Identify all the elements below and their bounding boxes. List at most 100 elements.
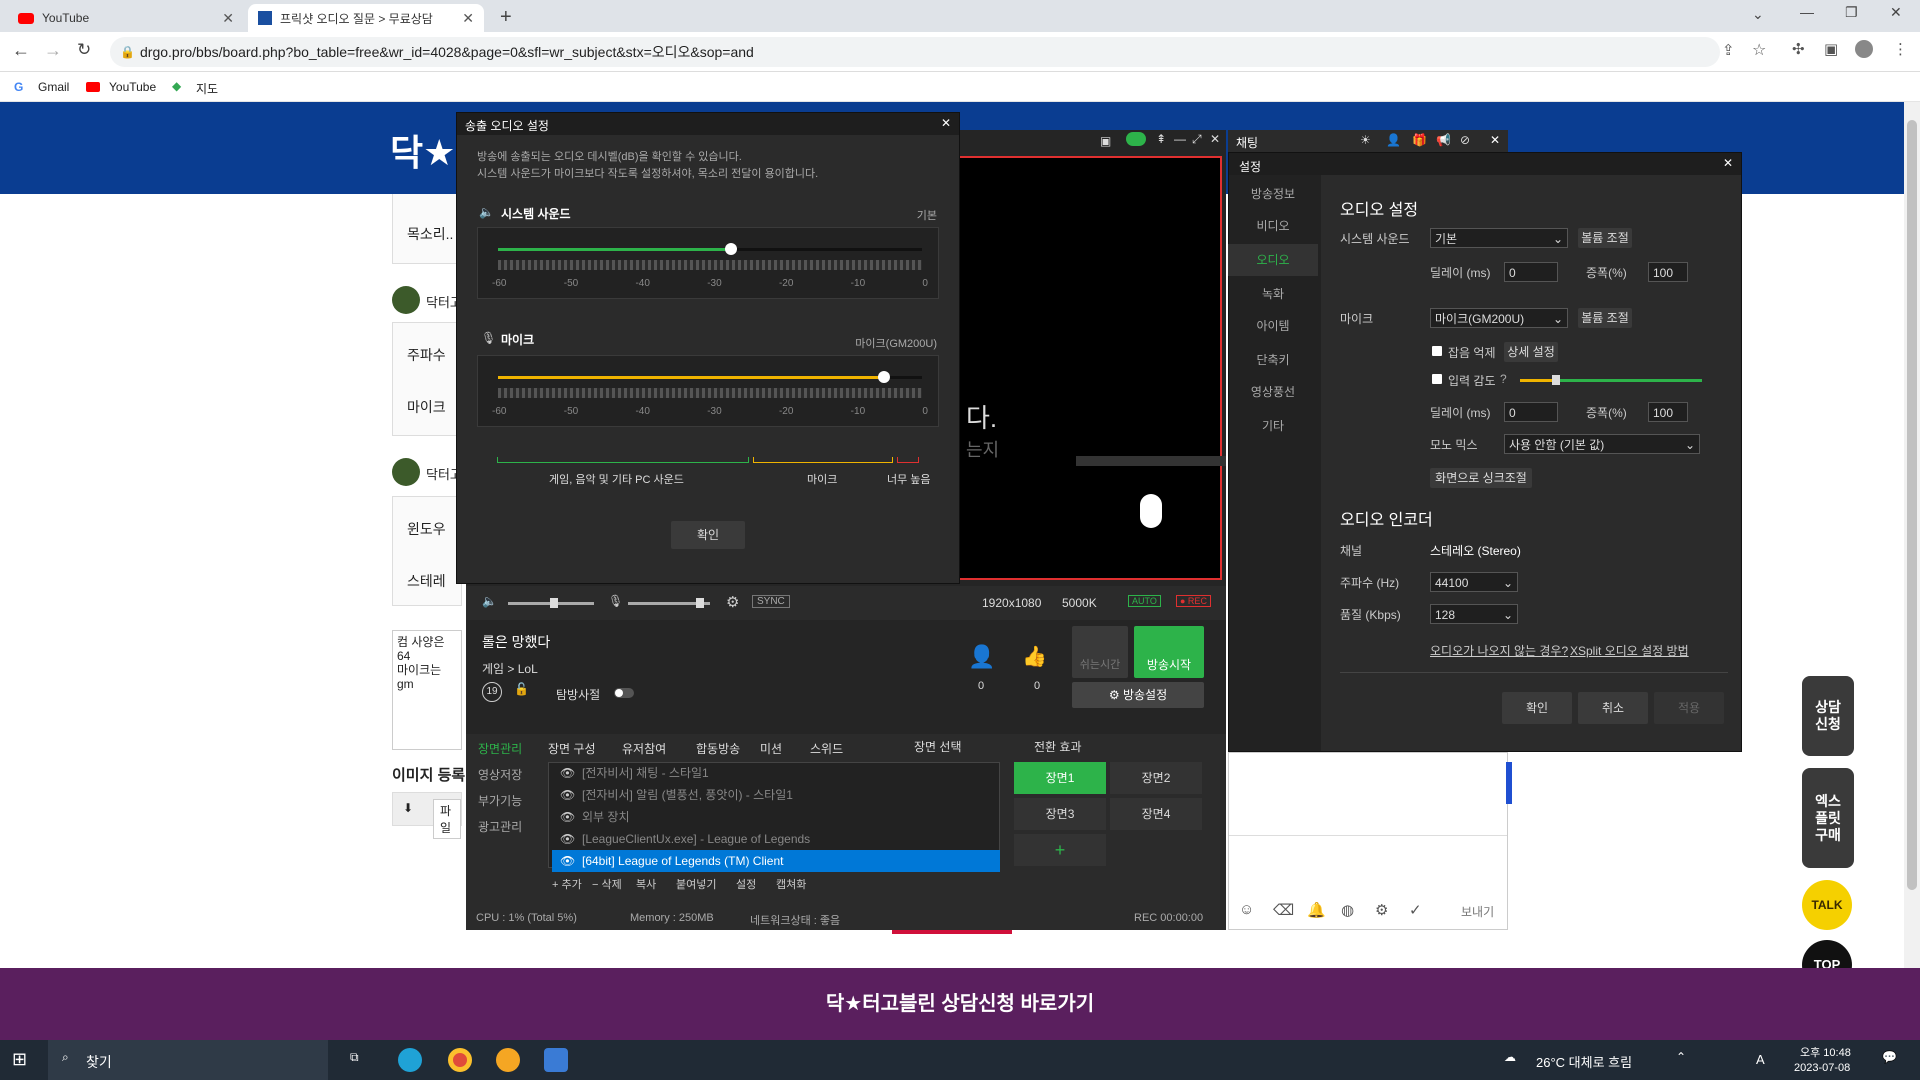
close-icon[interactable]: ✕ <box>462 10 474 27</box>
chat-bubble-icon[interactable] <box>1126 132 1146 146</box>
check-icon[interactable]: ✓ <box>1409 901 1422 919</box>
bell-icon[interactable]: 🔔 <box>1307 901 1326 919</box>
nav-video[interactable]: 비디오 <box>1228 210 1318 242</box>
start-broadcast-button[interactable]: 방송시작 <box>1134 626 1204 678</box>
system-slider-track[interactable] <box>498 243 922 255</box>
kakao-talk-button[interactable]: TALK <box>1802 880 1852 930</box>
eye-icon[interactable]: 👁 <box>560 762 575 784</box>
consult-button[interactable]: 상담 신청 <box>1802 676 1854 756</box>
eye-icon[interactable]: 👁 <box>560 806 575 828</box>
weather-text[interactable]: 26°C 대체로 흐림 <box>1536 1052 1632 1071</box>
input-language[interactable]: A <box>1756 1052 1765 1067</box>
system-slider-handle[interactable] <box>725 243 738 255</box>
joint-broadcast-button[interactable]: 합동방송 <box>696 740 740 757</box>
clock-date[interactable]: 2023-07-08 <box>1794 1062 1850 1074</box>
detail-settings-button[interactable]: 상세 설정 <box>1504 342 1558 362</box>
nav-hotkey[interactable]: 단축키 <box>1228 344 1318 376</box>
source-item[interactable]: 👁 [전자비서] 채팅 - 스타일1 <box>552 762 1000 784</box>
taskbar-search[interactable]: ⌕ 찾기 <box>48 1040 328 1080</box>
ban-toggle[interactable] <box>614 688 634 698</box>
delay-input[interactable]: 0 <box>1504 262 1558 282</box>
emoji-icon[interactable]: ☺ <box>1239 901 1254 918</box>
copy-source-button[interactable]: 복사 <box>636 876 656 892</box>
delete-source-button[interactable]: − 삭제 <box>592 876 622 892</box>
task-view-icon[interactable]: ⧉ <box>350 1050 359 1065</box>
bookmark-youtube[interactable]: YouTube <box>109 80 156 94</box>
nav-record[interactable]: 녹화 <box>1228 278 1318 310</box>
tray-chevron-icon[interactable]: ⌃ <box>1676 1050 1686 1064</box>
sidepanel-icon[interactable]: ▣ <box>1824 40 1838 58</box>
url-field[interactable]: 🔒 drgo.pro/bbs/board.php?bo_table=free&w… <box>110 37 1720 67</box>
boost-input[interactable]: 100 <box>1648 262 1688 282</box>
speaker-slider[interactable] <box>508 598 594 608</box>
tab-scene-manage[interactable]: 장면관리 <box>478 740 522 757</box>
send-button[interactable]: 보내기 <box>1461 903 1494 920</box>
rec-badge[interactable]: ● REC <box>1176 595 1211 607</box>
nav-item[interactable]: 아이템 <box>1228 310 1318 342</box>
speaker-icon[interactable]: 🔈 <box>482 594 497 608</box>
nav-broadcast-info[interactable]: 방송정보 <box>1228 178 1318 210</box>
settings-ok-button[interactable]: 확인 <box>1502 692 1572 724</box>
bookmark-gmail[interactable]: Gmail <box>38 80 69 94</box>
sync-adjust-button[interactable]: 화면으로 싱크조절 <box>1430 468 1532 488</box>
bitrate-select[interactable]: 5000K <box>1062 596 1097 610</box>
add-source-button[interactable]: + 추가 <box>552 876 582 892</box>
mission-button[interactable]: 미션 <box>760 740 782 757</box>
page-scrollbar[interactable] <box>1904 102 1920 1040</box>
brightness-icon[interactable]: ☀ <box>1360 133 1371 147</box>
tab-addons[interactable]: 부가기능 <box>478 792 522 809</box>
category-label[interactable]: 게임 > LoL <box>482 660 538 677</box>
volume-adjust-button[interactable]: 볼륨 조절 <box>1578 308 1632 328</box>
forward-icon[interactable]: → <box>44 40 62 61</box>
quality-select[interactable]: 128 ⌄ <box>1430 604 1518 624</box>
bookmark-star-icon[interactable]: ☆ <box>1752 40 1766 60</box>
close-icon[interactable]: ✕ <box>222 10 234 27</box>
gear-icon[interactable]: ⚙ <box>726 593 739 611</box>
footer-banner[interactable]: 닥★터고블린 상담신청 바로가기 <box>0 968 1920 1040</box>
layout-icon[interactable]: ▣ <box>1100 134 1111 148</box>
source-item[interactable]: 👁 [LeagueClientUx.exe] - League of Legend… <box>552 828 1000 850</box>
eraser-icon[interactable]: ⌫ <box>1273 901 1294 919</box>
close-icon[interactable]: ✕ <box>1490 133 1500 147</box>
tab-youtube[interactable]: YouTube ✕ <box>8 4 244 32</box>
mic-slider-handle[interactable] <box>877 371 890 383</box>
source-settings-button[interactable]: 설정 <box>736 876 756 892</box>
clock-time[interactable]: 오후 10:48 <box>1800 1044 1851 1060</box>
sync-button[interactable]: SYNC <box>752 595 790 608</box>
transition-select[interactable]: 전환 효과 <box>1034 738 1082 755</box>
eye-icon[interactable]: 👁 <box>560 850 575 872</box>
mic-select[interactable]: 마이크(GM200U) ⌄ <box>1430 308 1568 328</box>
close-window-button[interactable]: ✕ <box>1890 4 1902 21</box>
broadcast-settings-button[interactable]: ⚙ 방송설정 <box>1072 682 1204 708</box>
tab-ads[interactable]: 광고관리 <box>478 818 522 835</box>
maximize-button[interactable]: ❐ <box>1845 4 1858 21</box>
speed-button[interactable]: 스위드 <box>810 740 843 757</box>
resolution-select[interactable]: 1920x1080 <box>982 596 1041 610</box>
add-scene-button[interactable]: + <box>1014 834 1106 866</box>
mic-slider[interactable] <box>628 598 710 608</box>
settings-cancel-button[interactable]: 취소 <box>1578 692 1648 724</box>
no-audio-help-link[interactable]: 오디오가 나오지 않는 경우? <box>1430 642 1568 659</box>
broadcast-title[interactable]: 롤은 망했다 <box>482 632 550 652</box>
sensitivity-slider[interactable] <box>1520 375 1702 385</box>
auto-badge[interactable]: AUTO <box>1128 595 1161 607</box>
scene-1-button[interactable]: 장면1 <box>1014 762 1106 794</box>
megaphone-icon[interactable]: 📢 <box>1436 133 1451 147</box>
slider-handle[interactable] <box>1552 375 1560 385</box>
sensitivity-checkbox[interactable] <box>1432 374 1442 384</box>
capture-button[interactable]: 캡쳐화 <box>776 876 806 892</box>
slider-handle[interactable] <box>550 598 558 608</box>
mic-slider-track[interactable] <box>498 371 922 383</box>
lock-icon[interactable]: 🔓 <box>514 682 529 696</box>
volume-adjust-button[interactable]: 볼륨 조절 <box>1578 228 1632 248</box>
noise-checkbox[interactable] <box>1432 346 1442 356</box>
frequency-select[interactable]: 44100 ⌄ <box>1430 572 1518 592</box>
share-icon[interactable]: ⇪ <box>1722 41 1735 59</box>
chrome-icon[interactable] <box>448 1048 472 1072</box>
eye-icon[interactable]: 👁 <box>560 784 575 806</box>
windows-start-icon[interactable]: ⊞ <box>12 1049 27 1070</box>
source-item-selected[interactable]: 👁 [64bit] League of Legends (TM) Client <box>552 850 1000 872</box>
file-button[interactable]: 파일 <box>433 799 461 839</box>
nav-video-balloon[interactable]: 영상풍선 <box>1228 376 1318 408</box>
gear-icon[interactable]: ⚙ <box>1375 901 1388 919</box>
